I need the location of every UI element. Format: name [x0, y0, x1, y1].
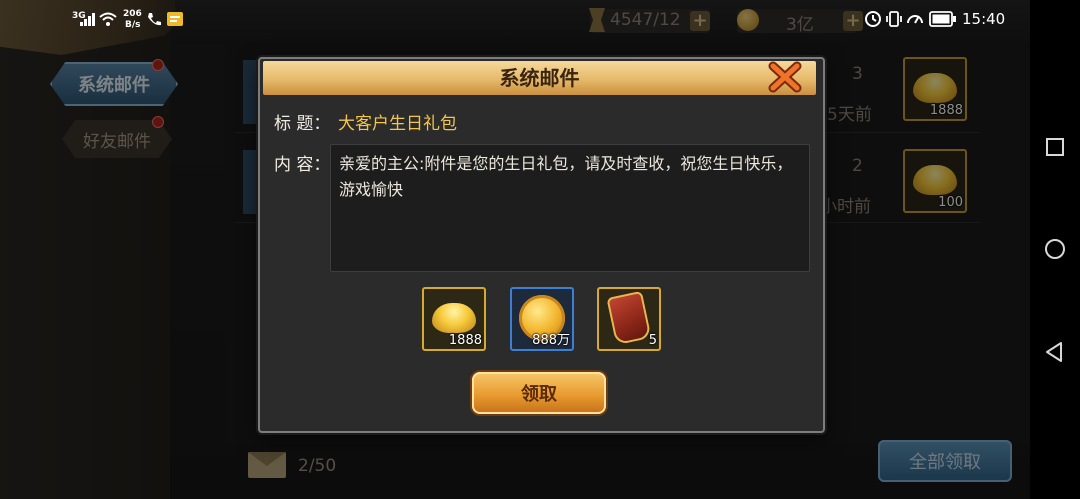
status-bar: 3G 206 B/s 15:40 [0, 0, 1080, 38]
gold-ingot-icon [432, 303, 476, 333]
message-icon [167, 12, 183, 26]
clock: 15:40 [962, 10, 1006, 28]
mail-content-box: 亲爱的主公:附件是您的生日礼包，请及时查收，祝您生日快乐，游戏愉快 [330, 144, 810, 272]
attachment-qty: 5 [648, 333, 657, 348]
attachment-slot[interactable]: 1888 [422, 287, 486, 351]
recent-apps-icon[interactable] [1043, 135, 1067, 159]
navigation-bar [1030, 0, 1080, 499]
net-speed-unit: B/s [125, 20, 141, 30]
wifi-icon [99, 12, 117, 26]
attachment-slot[interactable]: 5 [597, 287, 661, 351]
content-label: 内 容： [274, 155, 331, 175]
alarm-icon [865, 11, 881, 27]
close-icon[interactable] [768, 61, 802, 93]
attachment-qty: 1888 [448, 333, 482, 348]
battery-icon [929, 11, 956, 27]
mail-detail-dialog: 系统邮件 标 题： 大客户生日礼包 内 容： 亲爱的主公:附件是您的生日礼包，请… [258, 57, 825, 433]
vibrate-icon [886, 11, 902, 27]
token-icon [606, 290, 652, 346]
claim-button[interactable]: 领取 [472, 372, 606, 414]
signal-icon [80, 13, 95, 26]
speed-gauge-icon [907, 15, 923, 24]
subject-label: 标 题： [274, 114, 331, 134]
attachment-slot[interactable]: 888万 [510, 287, 574, 351]
mail-subject: 大客户生日礼包 [338, 114, 457, 134]
net-speed-value: 206 [123, 9, 142, 19]
mail-content: 亲爱的主公:附件是您的生日礼包，请及时查收，祝您生日快乐，游戏愉快 [339, 154, 793, 199]
dialog-title: 系统邮件 [499, 66, 580, 90]
home-icon[interactable] [1043, 237, 1067, 261]
dialog-header: 系统邮件 [263, 61, 816, 95]
call-icon [148, 13, 161, 26]
claim-button-label: 领取 [521, 384, 557, 405]
back-icon[interactable] [1043, 340, 1067, 364]
attachment-qty: 888万 [532, 333, 570, 348]
